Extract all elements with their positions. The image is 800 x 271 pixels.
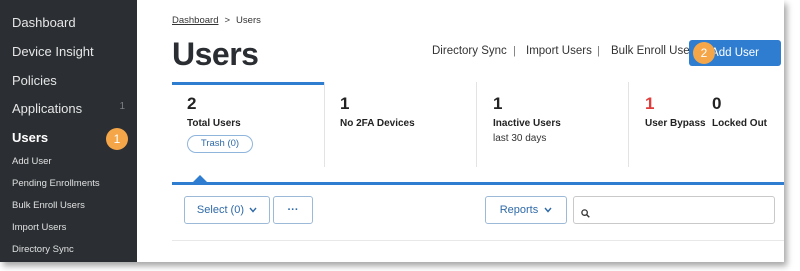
breadcrumb-current: Users [236,15,261,26]
import-users-link[interactable]: Import Users [526,45,592,57]
sidebar-item-dashboard[interactable]: Dashboard [12,15,76,30]
sidebar-item-applications[interactable]: Applications 1 [12,101,125,116]
callout-badge-2: 2 [693,42,715,64]
stats-panel: 2 Total Users Trash (0) 1 No 2FA Devices… [172,82,784,167]
stat-total-users[interactable]: 2 Total Users [172,82,325,167]
chevron-down-icon [544,197,552,223]
stat-label: Locked Out [712,118,768,129]
search-input[interactable] [573,196,775,224]
sidebar-subitem-label: Pending Enrollments [12,178,100,189]
sidebar: Dashboard Device Insight Policies Applic… [0,0,137,262]
stat-number: 1 [645,94,655,113]
select-label: Select (0) [196,204,244,216]
stat-locked-out[interactable]: 0 Locked Out [708,82,784,167]
sidebar-item-users[interactable]: Users [12,130,48,145]
stat-label: Total Users [187,118,241,129]
header-link-separator: | [513,45,516,57]
directory-sync-link[interactable]: Directory Sync [432,45,507,57]
sidebar-subitem-add-user[interactable]: Add User [12,156,52,167]
sidebar-item-label: Policies [12,73,57,88]
table-top-border [172,240,784,241]
stat-label: No 2FA Devices [340,118,415,129]
sidebar-item-label: Applications [12,101,83,116]
sidebar-subitem-bulk-enroll[interactable]: Bulk Enroll Users [12,200,85,211]
sidebar-subitem-import-users[interactable]: Import Users [12,222,66,233]
main-content: Dashboard > Users Users Directory Sync | I… [137,0,784,262]
bulk-enroll-users-link[interactable]: Bulk Enroll Users [611,45,699,57]
search-icon [581,205,590,223]
more-options-button[interactable]: ··· [273,196,313,224]
stat-number: 1 [493,94,503,113]
reports-label: Reports [499,204,539,216]
sidebar-item-policies[interactable]: Policies [12,73,57,88]
sidebar-subitem-pending-enrollments[interactable]: Pending Enrollments [12,178,100,189]
sidebar-subitem-label: Directory Sync [12,244,74,255]
active-tab-pointer [193,175,207,182]
sidebar-subitem-label: Add User [12,156,52,167]
stat-sublabel: last 30 days [493,133,547,144]
page-title: Users [172,36,259,72]
stat-number: 0 [712,94,722,113]
trash-button[interactable]: Trash (0) [187,135,253,153]
header-link-separator: | [597,45,600,57]
breadcrumb-separator: > [224,15,231,26]
stat-label: User Bypass [645,118,706,129]
stat-label: Inactive Users [493,118,561,129]
sidebar-item-label: Device Insight [12,44,94,59]
sidebar-item-count: 1 [119,101,125,112]
sidebar-item-label: Users [12,130,49,145]
stat-number: 1 [340,94,350,113]
stat-inactive-users[interactable]: 1 Inactive Users last 30 days [476,82,629,167]
stat-number: 2 [187,94,197,113]
sidebar-item-label: Dashboard [12,15,76,30]
sidebar-subitem-directory-sync[interactable]: Directory Sync [12,244,74,255]
breadcrumb-link-dashboard[interactable]: Dashboard [172,15,218,26]
app-window: Dashboard Device Insight Policies Applic… [0,0,784,262]
section-divider [172,182,784,185]
breadcrumb: Dashboard > Users [172,15,261,26]
sidebar-subitem-label: Import Users [12,222,67,233]
select-dropdown-button[interactable]: Select (0) [184,196,270,224]
stat-user-bypass[interactable]: 1 User Bypass [628,82,708,167]
chevron-down-icon [249,197,257,223]
callout-badge-1: 1 [106,128,128,150]
sidebar-subitem-label: Bulk Enroll Users [12,200,85,211]
sidebar-item-device-insight[interactable]: Device Insight [12,44,94,59]
reports-dropdown-button[interactable]: Reports [485,196,567,224]
stat-no-2fa-devices[interactable]: 1 No 2FA Devices [324,82,477,167]
